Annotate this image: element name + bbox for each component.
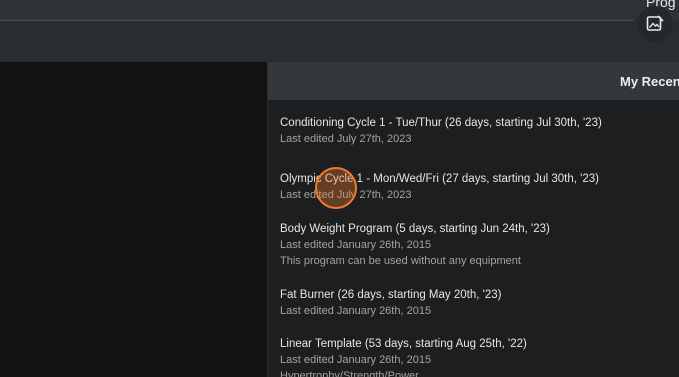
program-title: Conditioning Cycle 1 - Tue/Thur (26 days… (280, 117, 602, 129)
program-description: This program can be used without any equ… (280, 255, 521, 267)
top-toolbar: Prog (0, 0, 679, 62)
image-edit-button[interactable] (637, 6, 673, 42)
program-item[interactable]: Olympic Cycle 1 - Mon/Wed/Fri (27 days, … (280, 171, 670, 203)
program-item[interactable]: Linear Template (53 days, starting Aug 2… (280, 336, 670, 377)
program-title: Body Weight Program (5 days, starting Ju… (280, 223, 550, 235)
panel-header: My Recent (268, 62, 679, 100)
left-pane (0, 62, 267, 377)
image-edit-icon (646, 15, 664, 31)
program-title: Linear Template (53 days, starting Aug 2… (280, 338, 527, 350)
program-edited: Last edited January 26th, 2015 (280, 305, 432, 317)
program-item[interactable]: Body Weight Program (5 days, starting Ju… (280, 221, 670, 269)
top-strip (0, 0, 679, 20)
panel-title: My Recent (620, 74, 679, 89)
program-title: Olympic Cycle 1 - Mon/Wed/Fri (27 days, … (280, 173, 599, 185)
program-title: Fat Burner (26 days, starting May 20th, … (280, 289, 502, 301)
program-edited: Last edited July 27th, 2023 (280, 133, 412, 145)
top-divider (0, 20, 634, 21)
program-edited: Last edited January 26th, 2015 (280, 239, 432, 251)
program-edited: Last edited July 27th, 2023 (280, 189, 412, 201)
program-edited: Last edited January 26th, 2015 (280, 354, 432, 366)
program-description: Hypertrophy/Strength/Power (280, 370, 419, 377)
program-item[interactable]: Fat Burner (26 days, starting May 20th, … (280, 287, 670, 319)
recent-programs-panel: My Recent Conditioning Cycle 1 - Tue/Thu… (267, 62, 679, 377)
program-item[interactable]: Conditioning Cycle 1 - Tue/Thur (26 days… (280, 115, 670, 147)
